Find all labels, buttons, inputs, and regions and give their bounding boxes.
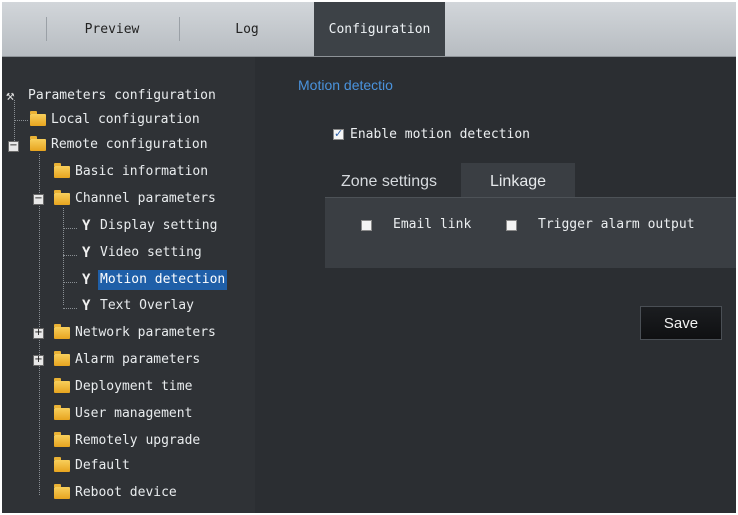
tab-linkage[interactable]: Linkage <box>461 163 575 198</box>
enable-motion-detection-checkbox[interactable] <box>333 127 344 140</box>
folder-icon <box>54 190 70 205</box>
folder-icon <box>54 378 70 393</box>
folder-icon <box>54 457 70 472</box>
tree-label: Text Overlay <box>100 298 194 313</box>
tree-label: Basic information <box>75 164 209 179</box>
folder-icon <box>54 405 70 420</box>
tree-item-local-configuration[interactable]: Local configuration <box>30 110 202 130</box>
tree-connector <box>63 282 77 283</box>
wrench-icon: Y <box>82 245 91 261</box>
tree-connector <box>63 208 64 305</box>
tab-log[interactable]: Log <box>197 2 297 56</box>
tab-zone-settings[interactable]: Zone settings <box>325 163 453 198</box>
wrench-icon: Y <box>82 298 91 314</box>
tree-label: Local configuration <box>51 112 200 127</box>
tab-preview[interactable]: Preview <box>62 2 162 56</box>
wrench-icon: Y <box>82 272 91 288</box>
settings-tree-icon: ⚒ <box>6 88 15 104</box>
tree-label: Video setting <box>100 245 202 260</box>
tree-item-remote-configuration[interactable]: Remote configuration <box>30 135 210 155</box>
tab-separator <box>46 17 47 41</box>
tree-label: Display setting <box>100 218 218 233</box>
tree-item-user-management[interactable]: User management <box>54 404 194 424</box>
tree-item-motion-detection[interactable]: Y Motion detection <box>82 270 228 290</box>
tree-label: Parameters configuration <box>28 88 216 103</box>
linkage-panel: Email link Trigger alarm output <box>325 197 736 268</box>
tree-label: Remote configuration <box>51 137 208 152</box>
collapse-remote-configuration[interactable]: − <box>8 141 19 152</box>
folder-icon <box>54 163 70 178</box>
collapse-channel-parameters[interactable]: − <box>33 194 44 205</box>
email-link-checkbox[interactable] <box>361 220 372 231</box>
tree-label: Motion detection <box>98 270 228 290</box>
tree-label: Default <box>75 458 130 473</box>
folder-icon <box>54 324 70 339</box>
trigger-alarm-output-checkbox[interactable] <box>506 220 517 231</box>
tab-separator <box>179 17 180 41</box>
section-title: Motion detectio <box>298 77 393 93</box>
tree-item-channel-parameters[interactable]: Channel parameters <box>54 189 218 209</box>
save-button[interactable]: Save <box>640 306 722 340</box>
folder-icon <box>54 484 70 499</box>
tree-connector <box>14 120 28 121</box>
tree-label: Deployment time <box>75 379 193 394</box>
tree-item-display-setting[interactable]: Y Display setting <box>82 216 219 236</box>
folder-icon <box>54 351 70 366</box>
wrench-icon: Y <box>82 218 91 234</box>
tree-connector <box>63 228 77 229</box>
tree-root-parameters-configuration[interactable]: ⚒ Parameters configuration <box>6 86 218 106</box>
tree-item-default[interactable]: Default <box>54 456 132 476</box>
folder-icon <box>54 432 70 447</box>
tree-connector <box>63 255 77 256</box>
tree-item-alarm-parameters[interactable]: Alarm parameters <box>54 350 202 370</box>
email-link-label: Email link <box>393 217 472 232</box>
expand-network-parameters[interactable]: + <box>33 328 44 339</box>
folder-icon <box>30 136 46 151</box>
parameters-tree: ⚒ Parameters configuration Local configur… <box>2 57 255 513</box>
tree-label: Reboot device <box>75 485 177 500</box>
tree-item-video-setting[interactable]: Y Video setting <box>82 243 204 263</box>
tree-label: Remotely upgrade <box>75 433 201 448</box>
tree-item-basic-information[interactable]: Basic information <box>54 162 210 182</box>
tree-item-deployment-time[interactable]: Deployment time <box>54 377 194 397</box>
tree-connector <box>63 308 77 309</box>
enable-motion-detection-label: Enable motion detection <box>350 127 531 142</box>
folder-icon <box>30 111 46 126</box>
tree-label: User management <box>75 406 193 421</box>
app-window: Preview Log Configuration ⚒ Parameters co… <box>2 2 736 513</box>
tree-item-network-parameters[interactable]: Network parameters <box>54 323 218 343</box>
tree-label: Network parameters <box>75 325 216 340</box>
tree-item-text-overlay[interactable]: Y Text Overlay <box>82 296 196 316</box>
trigger-alarm-output-label: Trigger alarm output <box>538 217 695 232</box>
motion-detection-panel: Motion detectio Enable motion detection … <box>255 57 736 513</box>
tree-item-remotely-upgrade[interactable]: Remotely upgrade <box>54 431 202 451</box>
top-tab-bar: Preview Log Configuration <box>2 2 736 57</box>
tab-configuration[interactable]: Configuration <box>314 2 445 56</box>
tree-label: Alarm parameters <box>75 352 201 367</box>
tree-item-reboot-device[interactable]: Reboot device <box>54 483 179 503</box>
expand-alarm-parameters[interactable]: + <box>33 355 44 366</box>
tree-label: Channel parameters <box>75 191 216 206</box>
tree-connector <box>39 154 40 495</box>
